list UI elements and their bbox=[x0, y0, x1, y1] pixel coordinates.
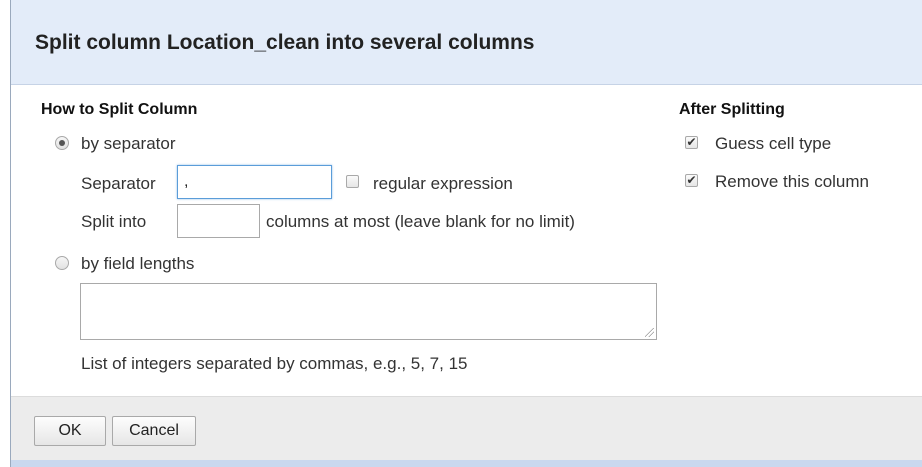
remove-column-label[interactable]: Remove this column bbox=[715, 172, 869, 192]
cancel-button[interactable]: Cancel bbox=[112, 416, 196, 446]
by-separator-label[interactable]: by separator bbox=[81, 134, 176, 154]
remove-column-checkbox[interactable]: ✔ bbox=[685, 174, 698, 187]
dialog-title-bar: Split column Location_clean into several… bbox=[11, 0, 922, 85]
field-lengths-hint: List of integers separated by commas, e.… bbox=[81, 354, 468, 373]
split-column-dialog: Split column Location_clean into several… bbox=[10, 0, 922, 467]
split-into-suffix: columns at most (leave blank for no limi… bbox=[266, 212, 575, 231]
dialog-footer: OK Cancel bbox=[11, 396, 922, 461]
by-field-lengths-label[interactable]: by field lengths bbox=[81, 254, 194, 274]
check-icon: ✔ bbox=[686, 135, 697, 149]
regular-expression-label[interactable]: regular expression bbox=[373, 174, 513, 194]
dialog-title: Split column Location_clean into several… bbox=[35, 31, 535, 54]
guess-cell-type-checkbox[interactable]: ✔ bbox=[685, 136, 698, 149]
check-icon: ✔ bbox=[686, 173, 697, 187]
dialog-bottom-edge bbox=[11, 460, 922, 467]
separator-label: Separator bbox=[81, 174, 156, 193]
guess-cell-type-label[interactable]: Guess cell type bbox=[715, 134, 831, 154]
field-lengths-textarea[interactable] bbox=[80, 283, 657, 340]
how-to-split-heading: How to Split Column bbox=[41, 101, 198, 118]
by-separator-radio[interactable] bbox=[55, 136, 69, 150]
resize-grip-icon[interactable] bbox=[645, 328, 654, 337]
split-into-input[interactable] bbox=[177, 204, 260, 238]
separator-input[interactable] bbox=[177, 165, 332, 199]
regular-expression-checkbox[interactable] bbox=[346, 175, 359, 188]
after-splitting-heading: After Splitting bbox=[679, 101, 785, 118]
split-into-label: Split into bbox=[81, 212, 147, 231]
ok-button[interactable]: OK bbox=[34, 416, 106, 446]
by-field-lengths-radio[interactable] bbox=[55, 256, 69, 270]
